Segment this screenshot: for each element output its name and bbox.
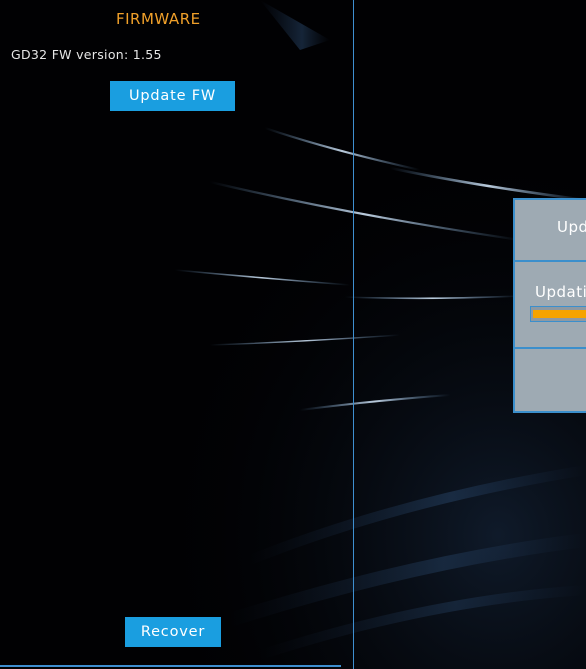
app-window: FIRMWARE GD32 FW version: 1.55 Update FW… xyxy=(0,0,586,669)
dialog-status-text: Updating xyxy=(535,283,586,301)
update-progress-fill xyxy=(533,310,586,318)
dialog-divider-top xyxy=(515,260,586,262)
firmware-section-title: FIRMWARE xyxy=(116,10,201,28)
panel-divider-horizontal xyxy=(0,665,341,667)
update-fw-button[interactable]: Update FW xyxy=(110,81,235,111)
update-dialog: Update Updating xyxy=(513,198,586,413)
dialog-divider-bottom xyxy=(515,347,586,349)
firmware-version-label: GD32 FW version: 1.55 xyxy=(11,47,162,62)
panel-divider-vertical xyxy=(353,0,354,669)
dialog-title: Update xyxy=(557,218,586,236)
recover-button[interactable]: Recover xyxy=(125,617,221,647)
update-progress-bar xyxy=(530,306,586,322)
firmware-panel: FIRMWARE GD32 FW version: 1.55 Update FW… xyxy=(0,0,353,665)
